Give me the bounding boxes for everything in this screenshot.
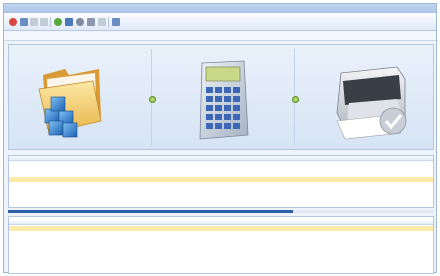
help-icon[interactable] <box>30 18 38 26</box>
folder-icon <box>38 69 102 138</box>
copy-icon[interactable] <box>40 18 48 26</box>
refresh-icon[interactable] <box>54 18 62 26</box>
document-icon[interactable] <box>98 18 106 26</box>
record-icon[interactable] <box>9 18 17 26</box>
table-row[interactable] <box>9 226 433 231</box>
progress-bar <box>8 210 434 213</box>
printer-icon <box>336 66 407 140</box>
workflow-panel <box>8 44 434 150</box>
status-line <box>4 32 436 41</box>
detail-grid[interactable] <box>8 216 434 274</box>
calculator-icon <box>199 60 249 140</box>
info-icon[interactable] <box>112 18 120 26</box>
grid-header <box>9 156 433 161</box>
workflow-step-process[interactable] <box>152 45 294 149</box>
workflow-step-output[interactable] <box>295 45 435 149</box>
toolbar-separator <box>50 17 51 27</box>
settings-icon[interactable] <box>20 18 28 26</box>
file-list-grid[interactable] <box>8 155 434 208</box>
workflow-step-source[interactable] <box>9 45 151 149</box>
progress-fill <box>8 210 294 213</box>
database-icon[interactable] <box>65 18 73 26</box>
toolbar <box>4 13 436 31</box>
toolbar-separator <box>108 17 109 27</box>
search-icon[interactable] <box>76 18 84 26</box>
title-bar <box>4 4 436 13</box>
user-icon[interactable] <box>87 18 95 26</box>
table-row[interactable] <box>9 177 433 182</box>
grid-header <box>9 221 433 225</box>
app-window <box>3 3 437 274</box>
